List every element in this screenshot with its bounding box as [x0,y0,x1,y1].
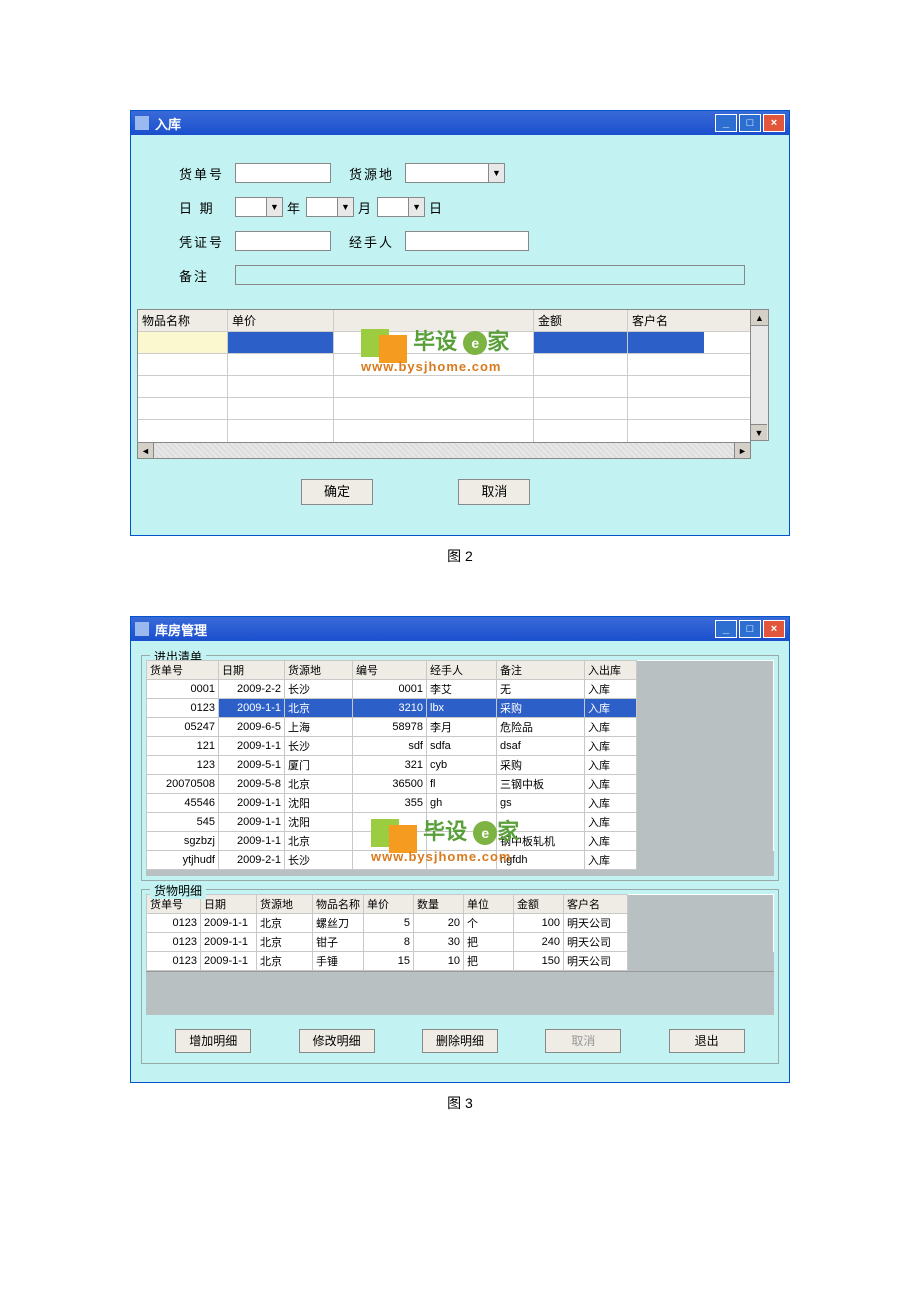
chevron-down-icon: ▼ [408,198,424,216]
label-source: 货源地 [349,164,405,183]
input-voucher[interactable] [235,231,331,251]
select-day[interactable]: ▼ [377,197,425,217]
list-table[interactable]: 货单号 日期 货源地 编号 经手人 备注 入出库 00012009-2-2长沙0… [146,660,774,870]
grid-row[interactable] [138,420,750,442]
arrow-down-icon[interactable]: ▼ [751,424,767,440]
col-order-no: 货单号 [147,661,219,680]
grid-header-row: 物品名称 单价 金额 客户名 [138,310,750,332]
window-title: 库房管理 [155,620,713,639]
col-source: 货源地 [285,661,353,680]
maximize-button[interactable]: □ [739,620,761,638]
table-row[interactable]: 01232009-1-1北京钳子830把240明天公司 [147,933,774,952]
grid-row-selected[interactable] [138,332,750,354]
cancel-button[interactable]: 取消 [458,479,530,505]
col-price: 单价 [228,310,334,331]
input-handler[interactable] [405,231,529,251]
exit-button[interactable]: 退出 [669,1029,745,1053]
table-row[interactable]: ytjhudf2009-2-1长沙hgfdh入库 [147,851,774,870]
figure-caption-3: 图 3 [130,1093,790,1113]
table-row[interactable]: 200705082009-5-8北京36500fl三钢中板入库 [147,775,774,794]
table-row[interactable]: 01232009-1-1北京3210lbx采购入库 [147,699,774,718]
col-handler: 经手人 [427,661,497,680]
ok-button[interactable]: 确定 [301,479,373,505]
grid-vscrollbar[interactable]: ▲▼ [751,309,769,441]
cancel-button[interactable]: 取消 [545,1029,621,1053]
col-amount: 金额 [534,310,628,331]
edit-detail-button[interactable]: 修改明细 [299,1029,375,1053]
col-inout: 入出库 [585,661,637,680]
table-row[interactable]: sgzbzj2009-1-1北京钢中板轧机入库 [147,832,774,851]
grid-body[interactable]: 物品名称 单价 金额 客户名 [137,309,751,443]
legend-detail: 货物明细 [150,882,206,899]
input-order-no[interactable] [235,163,331,183]
chevron-down-icon: ▼ [337,198,353,216]
select-year[interactable]: ▼ [235,197,283,217]
chevron-down-icon: ▼ [266,198,282,216]
close-button[interactable]: × [763,620,785,638]
window-warehouse: 库房管理 _ □ × 进出清单 货单号 日期 货源地 编号 经手人 [130,616,790,1083]
app-icon [135,622,149,636]
detail-table[interactable]: 货单号日期货源地物品名称单价数量单位金额客户名 01232009-1-1北京螺丝… [146,894,774,971]
label-remark: 备注 [179,266,235,285]
label-month: 月 [358,198,371,217]
table-row[interactable]: 455462009-1-1沈阳355ghgs入库 [147,794,774,813]
table-row[interactable]: 1212009-1-1长沙sdfsdfadsaf入库 [147,737,774,756]
label-handler: 经手人 [349,232,405,251]
col-date: 日期 [219,661,285,680]
grid-row[interactable] [138,398,750,420]
col-blank [334,310,534,331]
fieldset-list: 进出清单 货单号 日期 货源地 编号 经手人 备注 入出库 [141,655,779,881]
label-voucher: 凭证号 [179,232,235,251]
figure-caption-2: 图 2 [130,546,790,566]
arrow-up-icon[interactable]: ▲ [751,310,768,326]
maximize-button[interactable]: □ [739,114,761,132]
col-code: 编号 [353,661,427,680]
chevron-down-icon: ▼ [488,164,504,182]
table-row[interactable]: 5452009-1-1沈阳入库 [147,813,774,832]
grid-hscrollbar[interactable]: ◄ ► [137,443,751,459]
titlebar[interactable]: 入库 _ □ × [131,111,789,135]
titlebar[interactable]: 库房管理 _ □ × [131,617,789,641]
close-button[interactable]: × [763,114,785,132]
col-customer: 客户名 [628,310,704,331]
minimize-button[interactable]: _ [715,114,737,132]
minimize-button[interactable]: _ [715,620,737,638]
table-row[interactable]: 01232009-1-1北京螺丝刀520个100明天公司 [147,914,774,933]
table-row[interactable]: 052472009-6-5上海58978李月危险品入库 [147,718,774,737]
arrow-right-icon[interactable]: ► [734,443,750,458]
table-header-row: 货单号日期货源地物品名称单价数量单位金额客户名 [147,895,774,914]
table-header-row: 货单号 日期 货源地 编号 经手人 备注 入出库 [147,661,774,680]
grid-row[interactable] [138,376,750,398]
label-date: 日 期 [179,198,235,217]
items-grid: 物品名称 单价 金额 客户名 ▲▼ ◄ [137,309,783,459]
form-area: 货单号 货源地 ▼ 日 期 ▼ 年 ▼ 月 ▼ 日 凭证号 经手人 备 [131,135,789,309]
table-row[interactable]: 1232009-5-1厦门321cyb采购入库 [147,756,774,775]
label-year: 年 [287,198,300,217]
label-order-no: 货单号 [179,164,235,183]
window-inbound: 入库 _ □ × 货单号 货源地 ▼ 日 期 ▼ 年 ▼ 月 ▼ 日 凭证号 [130,110,790,536]
window-title: 入库 [155,114,713,133]
grid-row[interactable] [138,354,750,376]
fieldset-detail: 货物明细 货单号日期货源地物品名称单价数量单位金额客户名 01232009-1-… [141,889,779,1064]
delete-detail-button[interactable]: 删除明细 [422,1029,498,1053]
arrow-left-icon[interactable]: ◄ [138,443,154,458]
app-icon [135,116,149,130]
select-source[interactable]: ▼ [405,163,505,183]
input-remark[interactable] [235,265,745,285]
select-month[interactable]: ▼ [306,197,354,217]
col-item-name: 物品名称 [138,310,228,331]
col-remark: 备注 [497,661,585,680]
table-row[interactable]: 01232009-1-1北京手锤1510把150明天公司 [147,952,774,971]
add-detail-button[interactable]: 增加明细 [175,1029,251,1053]
label-day: 日 [429,198,442,217]
table-row[interactable]: 00012009-2-2长沙0001李艾无入库 [147,680,774,699]
